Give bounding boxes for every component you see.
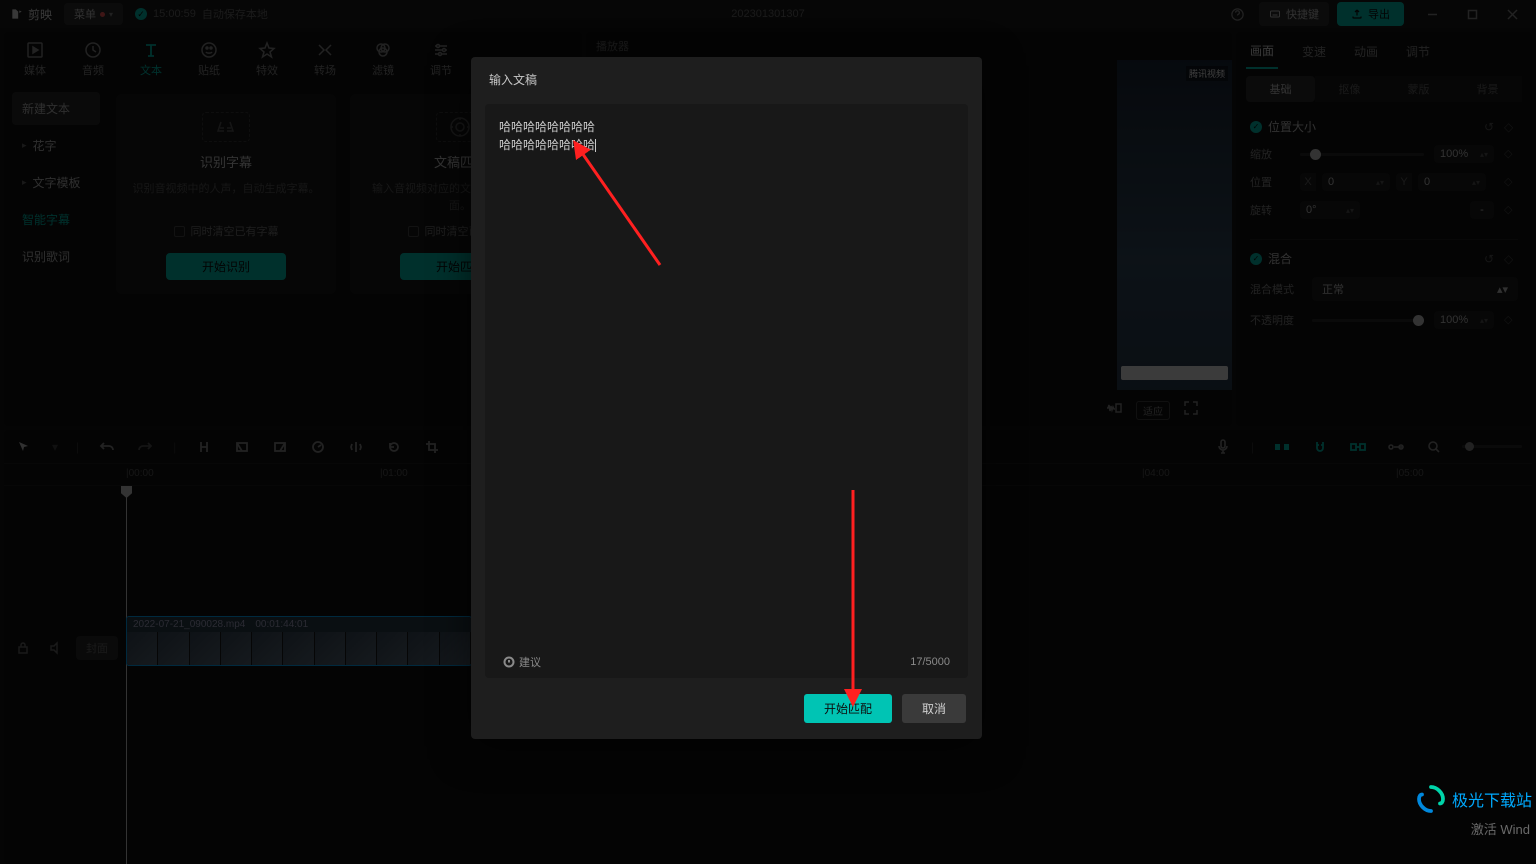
modal-cancel-button[interactable]: 取消 — [902, 694, 966, 723]
char-counter: 17/5000 — [910, 656, 950, 668]
activate-windows-text: 激活 Wind — [1471, 819, 1530, 838]
text-cursor — [595, 139, 596, 152]
script-textarea[interactable]: 哈哈哈哈哈哈哈哈 哈哈哈哈哈哈哈哈 建议 17/5000 — [485, 104, 968, 678]
script-line: 哈哈哈哈哈哈哈哈 — [499, 136, 954, 154]
watermark-logo-icon — [1416, 784, 1446, 814]
watermark: 极光下载站 — [1416, 784, 1532, 814]
input-script-modal: 输入文稿 哈哈哈哈哈哈哈哈 哈哈哈哈哈哈哈哈 建议 17/5000 开始匹配 取… — [471, 57, 982, 739]
script-line: 哈哈哈哈哈哈哈哈 — [499, 118, 954, 136]
modal-ok-button[interactable]: 开始匹配 — [804, 694, 892, 723]
modal-title: 输入文稿 — [471, 57, 982, 98]
suggestion-button[interactable]: 建议 — [503, 654, 541, 670]
